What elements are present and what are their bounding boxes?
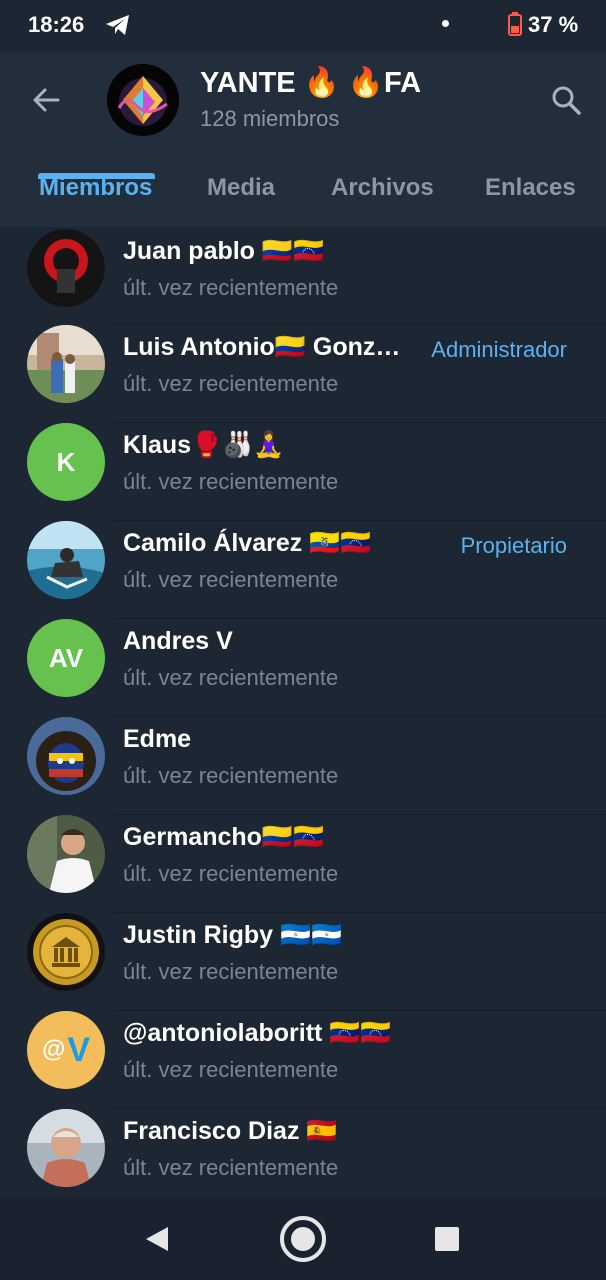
battery-icon	[508, 12, 522, 36]
member-status: últ. vez recientemente	[123, 763, 339, 788]
member-row[interactable]: K Klaus🥊🎳🧘‍♀️ últ. vez recientemente	[0, 423, 606, 521]
member-name: Luis Antonio🇨🇴 Gonz…	[123, 333, 401, 361]
member-name: Edme	[123, 725, 192, 753]
member-status: últ. vez recientemente	[123, 371, 339, 396]
tab-archivos[interactable]: Archivos	[331, 174, 434, 202]
member-status: últ. vez recientemente	[123, 665, 339, 690]
chat-header: YANTE 🔥 🔥FA 128 miembros Miembros Media …	[0, 52, 606, 227]
group-logo-image	[107, 64, 179, 136]
member-row[interactable]: AV Andres V últ. vez recientemente	[0, 619, 606, 717]
avatar-v-glyph: V	[67, 1030, 91, 1069]
member-status: últ. vez recientemente	[123, 1057, 339, 1082]
nav-home-icon[interactable]	[278, 1214, 328, 1264]
avatar	[27, 815, 105, 893]
member-status: últ. vez recientemente	[123, 861, 339, 886]
member-row[interactable]: Francisco Diaz 🇪🇸 últ. vez recientemente	[0, 1109, 606, 1207]
member-name: Juan pablo 🇨🇴🇻🇪	[123, 237, 325, 265]
arrow-left-icon[interactable]	[28, 82, 64, 118]
member-row[interactable]: Justin Rigby 🇳🇮🇳🇮 últ. vez recientemente	[0, 913, 606, 1011]
system-nav-bar	[0, 1198, 606, 1280]
group-title[interactable]: YANTE 🔥 🔥FA	[200, 66, 445, 102]
avatar	[27, 521, 105, 599]
member-count: 128 miembros	[200, 106, 340, 131]
group-avatar[interactable]	[107, 64, 179, 136]
member-row[interactable]: @ V @antoniolaboritt 🇻🇪🇻🇪 últ. vez recien…	[0, 1011, 606, 1109]
avatar: K	[27, 423, 105, 501]
tab-bar: Miembros Media Archivos Enlaces	[0, 152, 606, 227]
tab-media[interactable]: Media	[207, 174, 275, 202]
notification-dot-icon	[442, 20, 449, 27]
telegram-icon	[106, 15, 129, 35]
avatar	[27, 229, 105, 307]
member-name: Camilo Álvarez 🇪🇨🇻🇪	[123, 529, 372, 557]
nav-recents-icon[interactable]	[435, 1227, 459, 1251]
avatar-at-glyph: @	[41, 1036, 66, 1063]
avatar	[27, 1109, 105, 1187]
avatar	[27, 717, 105, 795]
member-row[interactable]: Edme últ. vez recientemente	[0, 717, 606, 815]
avatar: AV	[27, 619, 105, 697]
member-name: Germancho🇨🇴🇻🇪	[123, 823, 325, 851]
member-status: últ. vez recientemente	[123, 959, 339, 984]
status-time: 18:26	[28, 12, 85, 37]
avatar	[27, 913, 105, 991]
member-status: últ. vez recientemente	[123, 469, 339, 494]
member-row[interactable]: Luis Antonio🇨🇴 Gonz… últ. vez recienteme…	[0, 325, 606, 423]
avatar	[27, 325, 105, 403]
tab-enlaces[interactable]: Enlaces	[485, 174, 576, 202]
battery-percentage: 37 %	[528, 12, 579, 37]
active-tab-indicator	[38, 173, 155, 179]
member-row[interactable]: Germancho🇨🇴🇻🇪 últ. vez recientemente	[0, 815, 606, 913]
member-name: Andres V	[123, 627, 233, 655]
member-status: últ. vez recientemente	[123, 567, 339, 592]
nav-back-icon[interactable]	[142, 1224, 172, 1254]
member-name: @antoniolaboritt 🇻🇪🇻🇪	[123, 1019, 392, 1047]
member-name: Klaus🥊🎳🧘‍♀️	[123, 431, 285, 459]
member-name: Justin Rigby 🇳🇮🇳🇮	[123, 921, 343, 949]
avatar: @ V	[27, 1011, 105, 1089]
role-badge-admin: Administrador	[431, 337, 567, 362]
status-bar: 18:26 37 %	[0, 0, 606, 52]
member-status: últ. vez recientemente	[123, 1155, 339, 1180]
search-icon[interactable]	[548, 82, 584, 118]
member-row[interactable]: Camilo Álvarez 🇪🇨🇻🇪 últ. vez recientemen…	[0, 521, 606, 619]
member-name: Francisco Diaz 🇪🇸	[123, 1117, 338, 1145]
member-row[interactable]: Juan pablo 🇨🇴🇻🇪 últ. vez recientemente	[0, 227, 606, 325]
member-status: últ. vez recientemente	[123, 275, 339, 300]
title-fade	[430, 66, 450, 102]
role-badge-owner: Propietario	[460, 533, 567, 558]
